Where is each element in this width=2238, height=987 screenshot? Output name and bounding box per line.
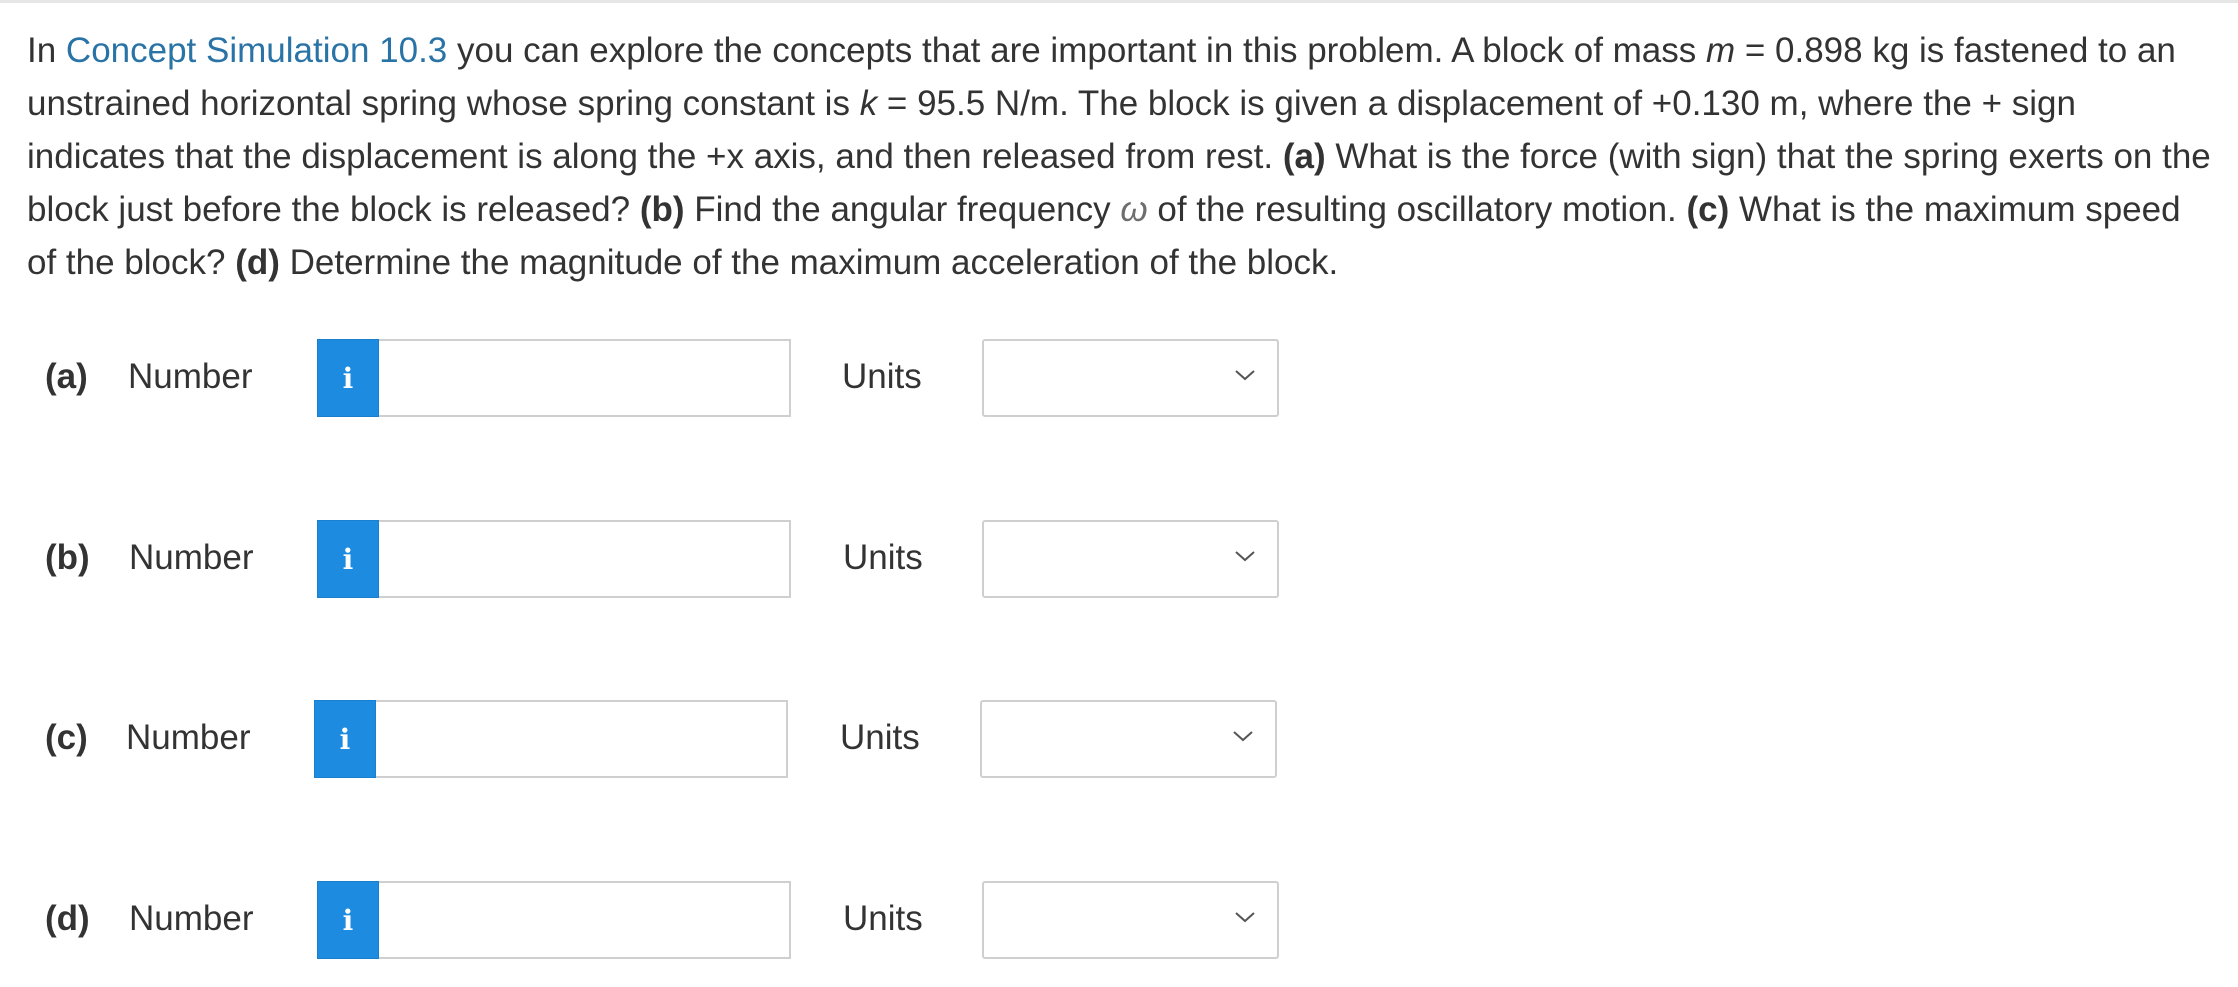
part-label: (d)	[45, 899, 90, 938]
part-b-marker: (b)	[639, 190, 685, 229]
top-divider	[0, 0, 2238, 3]
question-segment: Determine the magnitude of the maximum a…	[279, 243, 1339, 282]
number-input-d[interactable]	[379, 881, 791, 959]
number-input-a[interactable]	[379, 339, 791, 417]
part-a-marker: (a)	[1282, 137, 1326, 176]
concept-simulation-link[interactable]: Concept Simulation 10.3	[66, 31, 447, 70]
info-icon[interactable]: i	[317, 339, 379, 417]
number-label: Number	[126, 718, 251, 757]
number-input-c[interactable]	[376, 700, 788, 778]
chevron-down-icon	[1235, 370, 1255, 381]
number-label: Number	[129, 538, 254, 577]
units-select-d[interactable]	[982, 881, 1279, 959]
variable-k: k	[859, 84, 878, 123]
units-select-b[interactable]	[982, 520, 1279, 598]
info-icon[interactable]: i	[317, 881, 379, 959]
part-label: (b)	[45, 538, 90, 577]
units-label: Units	[842, 357, 922, 396]
omega-symbol: ω	[1120, 190, 1148, 229]
number-input-b[interactable]	[379, 520, 791, 598]
units-label: Units	[843, 538, 923, 577]
part-c-marker: (c)	[1686, 190, 1730, 229]
chevron-down-icon	[1235, 912, 1255, 923]
question-intro: In	[27, 31, 66, 70]
part-label: (c)	[45, 718, 88, 757]
units-label: Units	[840, 718, 920, 757]
part-label: (a)	[45, 357, 88, 396]
units-select-a[interactable]	[982, 339, 1279, 417]
question-segment: Find the angular frequency	[684, 190, 1121, 229]
question-segment: of the resulting oscillatory motion.	[1147, 190, 1687, 229]
chevron-down-icon	[1233, 731, 1253, 742]
question-segment: you can explore the concepts that are im…	[447, 31, 1706, 70]
number-label: Number	[129, 899, 254, 938]
units-label: Units	[843, 899, 923, 938]
info-icon[interactable]: i	[314, 700, 376, 778]
chevron-down-icon	[1235, 551, 1255, 562]
variable-m: m	[1705, 31, 1736, 70]
question-text: In Concept Simulation 10.3 you can explo…	[27, 24, 2217, 289]
info-icon[interactable]: i	[317, 520, 379, 598]
part-d-marker: (d)	[235, 243, 280, 282]
units-select-c[interactable]	[980, 700, 1277, 778]
number-label: Number	[128, 357, 253, 396]
